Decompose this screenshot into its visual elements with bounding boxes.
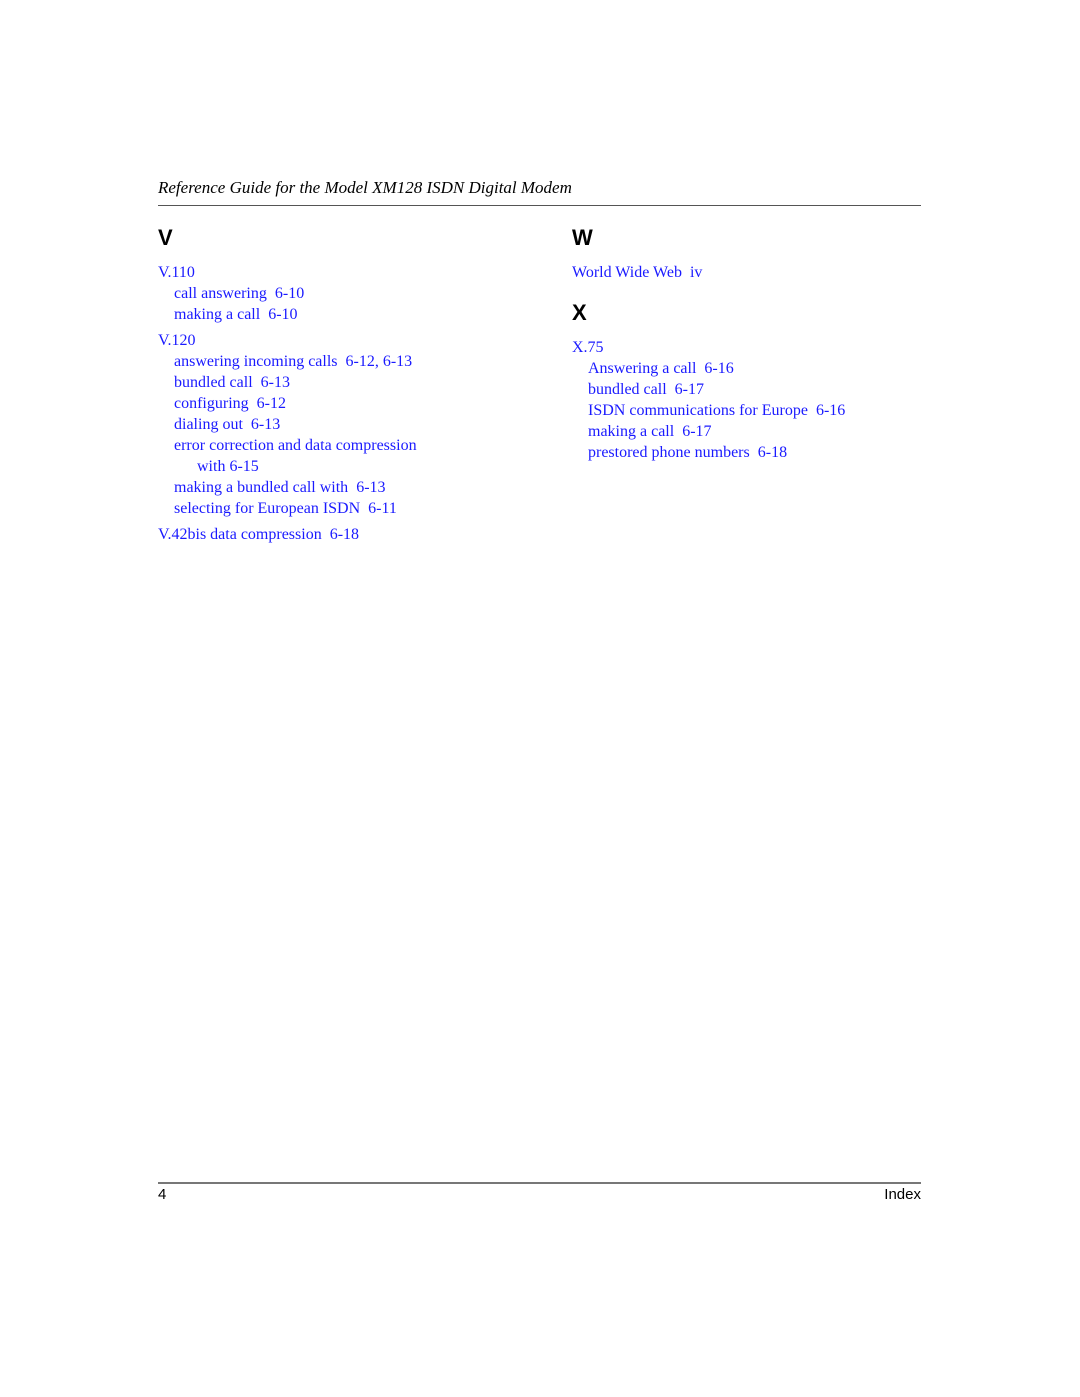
page-ref[interactable]: 6-18	[758, 444, 787, 461]
page-ref[interactable]: 6-10	[275, 285, 304, 302]
page-ref[interactable]: 6-13	[251, 416, 280, 433]
page-ref[interactable]: 6-18	[330, 526, 359, 543]
index-letter-v: V	[158, 225, 173, 250]
page-ref[interactable]: 6-13	[261, 374, 290, 391]
footer-page-number: 4	[158, 1186, 167, 1203]
page-ref[interactable]: 6-12	[257, 395, 286, 412]
index-subentry[interactable]: dialing out 6-13	[158, 414, 518, 435]
index-column-right: W World Wide Web iv X X.75 Answering a ca…	[572, 226, 932, 463]
index-entry[interactable]: V.110	[158, 262, 518, 283]
page-ref[interactable]: 6-13	[356, 479, 385, 496]
page-ref[interactable]: 6-17	[675, 381, 704, 398]
page-ref[interactable]: 6-16	[816, 402, 845, 419]
index-column-left: V V.110 call answering 6-10 making a call…	[158, 226, 518, 545]
index-subentry[interactable]: selecting for European ISDN 6-11	[158, 498, 518, 519]
page-ref[interactable]: iv	[690, 264, 702, 281]
page-header-title: Reference Guide for the Model XM128 ISDN…	[158, 178, 572, 197]
page-ref[interactable]: 6-12, 6-13	[346, 353, 413, 370]
page-ref[interactable]: 6-10	[268, 306, 297, 323]
index-subentry[interactable]: making a call 6-10	[158, 304, 518, 325]
index-letter-x: X	[572, 300, 587, 325]
index-subentry[interactable]: Answering a call 6-16	[572, 358, 932, 379]
footer-section-name: Index	[884, 1186, 921, 1203]
index-subentry[interactable]: call answering 6-10	[158, 283, 518, 304]
index-subentry[interactable]: answering incoming calls 6-12, 6-13	[158, 351, 518, 372]
index-subentry[interactable]: making a bundled call with 6-13	[158, 477, 518, 498]
index-subentry[interactable]: bundled call 6-13	[158, 372, 518, 393]
index-subentry[interactable]: making a call 6-17	[572, 421, 932, 442]
index-entry[interactable]: World Wide Web iv	[572, 262, 932, 283]
header-divider	[158, 205, 921, 206]
footer-divider	[158, 1182, 921, 1184]
index-entry[interactable]: V.42bis data compression 6-18	[158, 524, 518, 545]
index-subentry[interactable]: prestored phone numbers 6-18	[572, 442, 932, 463]
index-entry[interactable]: X.75	[572, 337, 932, 358]
index-subentry[interactable]: configuring 6-12	[158, 393, 518, 414]
index-subentry[interactable]: ISDN communications for Europe 6-16	[572, 400, 932, 421]
page-ref[interactable]: 6-15	[229, 458, 258, 475]
index-subentry-continuation[interactable]: with 6-15	[158, 456, 518, 477]
index-letter-w: W	[572, 225, 593, 250]
index-entry[interactable]: V.120	[158, 330, 518, 351]
page-ref[interactable]: 6-11	[368, 500, 397, 517]
index-subentry[interactable]: bundled call 6-17	[572, 379, 932, 400]
page-ref[interactable]: 6-17	[682, 423, 711, 440]
page-ref[interactable]: 6-16	[704, 360, 733, 377]
index-subentry[interactable]: error correction and data compression	[158, 435, 518, 456]
